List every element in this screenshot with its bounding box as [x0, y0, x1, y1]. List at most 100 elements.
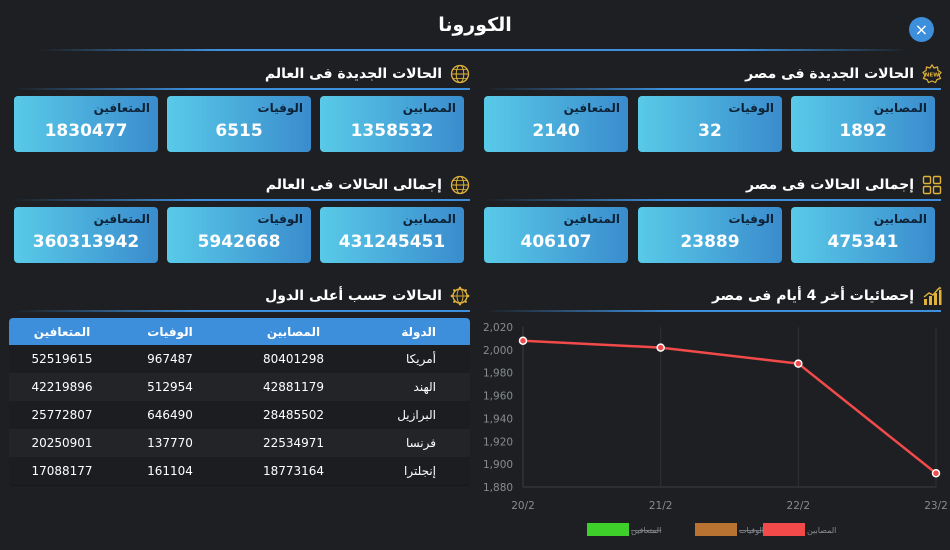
- x-tick-label: 21/2: [649, 500, 673, 512]
- section-divider: [484, 88, 941, 90]
- section-header-top-countries: الحالات حسب أعلى الدول: [265, 283, 470, 309]
- stat-label: المصابين: [873, 101, 927, 115]
- column-header: المتعافين: [9, 318, 115, 345]
- recovered-cell: 17088177: [9, 457, 115, 485]
- stat-value: 32: [698, 121, 722, 141]
- table-row: فرنسا 22534971 137770 20250901: [9, 429, 470, 457]
- close-button[interactable]: ×: [909, 17, 934, 42]
- recovered-cell: 52519615: [9, 345, 115, 373]
- x-tick-label: 20/2: [511, 500, 535, 512]
- cases-cell: 28485502: [225, 401, 362, 429]
- legend-swatch: [695, 523, 737, 536]
- globe-icon: [450, 175, 470, 195]
- y-tick-label: 1,940: [483, 413, 513, 425]
- stat-card-world-total-recovered: المتعافين 360313942: [14, 207, 158, 263]
- section-divider: [12, 88, 470, 90]
- globe-virus-icon: [450, 286, 470, 306]
- data-point: [518, 336, 528, 345]
- x-tick-label: 23/2: [924, 500, 948, 512]
- data-point: [794, 359, 803, 368]
- recovered-cell: 42219896: [9, 373, 115, 401]
- deaths-cell: 646490: [115, 401, 225, 429]
- top-countries-table: الدولة المصابين الوفيات المتعافين أمريكا…: [9, 318, 470, 486]
- section-header-egypt-stats: إحصائيات أخر 4 أيام فى مصر: [712, 283, 942, 309]
- table-header-row: الدولة المصابين الوفيات المتعافين: [9, 318, 470, 345]
- x-tick-label: 22/2: [787, 500, 811, 512]
- section-title: الحالات حسب أعلى الدول: [265, 288, 442, 304]
- cases-cell: 18773164: [225, 457, 362, 485]
- globe-icon: [450, 64, 470, 84]
- stat-card-egypt-total-cases: المصابين 475341: [791, 207, 935, 263]
- section-divider: [484, 199, 941, 201]
- section-title: الحالات الجديدة فى العالم: [264, 66, 442, 82]
- stat-card-world-new-recovered: المتعافين 1830477: [14, 96, 158, 152]
- y-tick-label: 1,900: [483, 459, 513, 471]
- stat-card-world-total-cases: المصابين 431245451: [320, 207, 464, 263]
- stat-card-world-total-deaths: الوفيات 5942668: [167, 207, 311, 263]
- legend-label: المصابين: [807, 526, 836, 535]
- stat-label: المتعافين: [93, 101, 150, 115]
- stat-card-egypt-total-recovered: المتعافين 406107: [484, 207, 628, 263]
- svg-text:NEW: NEW: [925, 73, 939, 79]
- cases-cell: 80401298: [225, 345, 362, 373]
- section-title: إجمالى الحالات فى مصر: [746, 177, 914, 193]
- section-divider: [484, 310, 941, 312]
- column-header: الدولة: [362, 318, 470, 345]
- section-divider: [12, 310, 470, 312]
- series-line: [522, 339, 937, 475]
- stat-label: المتعافين: [563, 212, 620, 226]
- table-row: الهند 42881179 512954 42219896: [9, 373, 470, 401]
- section-header-world-total: إجمالى الحالات فى العالم: [266, 172, 470, 198]
- recovered-cell: 20250901: [9, 429, 115, 457]
- legend-label: الوفيات: [739, 526, 764, 535]
- stat-label: المتعافين: [563, 101, 620, 115]
- stat-value: 23889: [680, 232, 740, 252]
- stat-label: المتعافين: [93, 212, 150, 226]
- egypt-stats-line-chart: 20/2 21/2 22/2 23/2 2,020 2,000 1,980 1,960 1,94…: [483, 322, 948, 536]
- stat-card-egypt-new-deaths: الوفيات 32: [638, 96, 782, 152]
- y-tick-label: 2,000: [483, 345, 513, 357]
- deaths-cell: 967487: [115, 345, 225, 373]
- grid-icon: [922, 175, 942, 195]
- section-header-egypt-total: إجمالى الحالات فى مصر: [746, 172, 942, 198]
- legend-label: المتعافين: [631, 526, 661, 535]
- country-cell: البرازيل: [362, 401, 470, 429]
- column-header: الوفيات: [115, 318, 225, 345]
- stat-card-world-new-deaths: الوفيات 6515: [167, 96, 311, 152]
- page-title: الكورونا: [438, 14, 512, 36]
- table-row: البرازيل 28485502 646490 25772807: [9, 401, 470, 429]
- country-cell: إنجلترا: [362, 457, 470, 485]
- stat-value: 1358532: [350, 121, 434, 141]
- data-point: [656, 343, 665, 352]
- section-divider: [12, 199, 470, 201]
- stat-label: الوفيات: [257, 212, 303, 226]
- close-icon: ×: [914, 20, 929, 39]
- cases-cell: 42881179: [225, 373, 362, 401]
- deaths-cell: 137770: [115, 429, 225, 457]
- stat-value: 5942668: [197, 232, 281, 252]
- country-cell: أمريكا: [362, 345, 470, 373]
- country-cell: الهند: [362, 373, 470, 401]
- stat-label: الوفيات: [257, 101, 303, 115]
- section-title: إجمالى الحالات فى العالم: [265, 177, 442, 193]
- y-tick-label: 1,880: [483, 482, 513, 494]
- y-tick-label: 1,960: [483, 391, 513, 403]
- y-tick-label: 1,920: [483, 436, 513, 448]
- stat-label: الوفيات: [728, 101, 774, 115]
- legend-swatch: [763, 523, 805, 536]
- section-header-world-new: الحالات الجديدة فى العالم: [265, 61, 470, 87]
- deaths-cell: 512954: [115, 373, 225, 401]
- stat-card-world-new-cases: المصابين 1358532: [320, 96, 464, 152]
- column-header: المصابين: [225, 318, 362, 345]
- stat-value: 406107: [520, 232, 592, 252]
- y-tick-label: 1,980: [483, 368, 513, 380]
- stat-label: المصابين: [402, 212, 456, 226]
- deaths-cell: 161104: [115, 457, 225, 485]
- stat-card-egypt-new-cases: المصابين 1892: [791, 96, 935, 152]
- stat-label: المصابين: [873, 212, 927, 226]
- stat-card-egypt-total-deaths: الوفيات 23889: [638, 207, 782, 263]
- section-header-egypt-new: NEW الحالات الجديدة فى مصر: [745, 61, 942, 87]
- new-badge-icon: NEW: [922, 64, 942, 84]
- legend-swatch: [587, 523, 629, 536]
- table-row: إنجلترا 18773164 161104 17088177: [9, 457, 470, 485]
